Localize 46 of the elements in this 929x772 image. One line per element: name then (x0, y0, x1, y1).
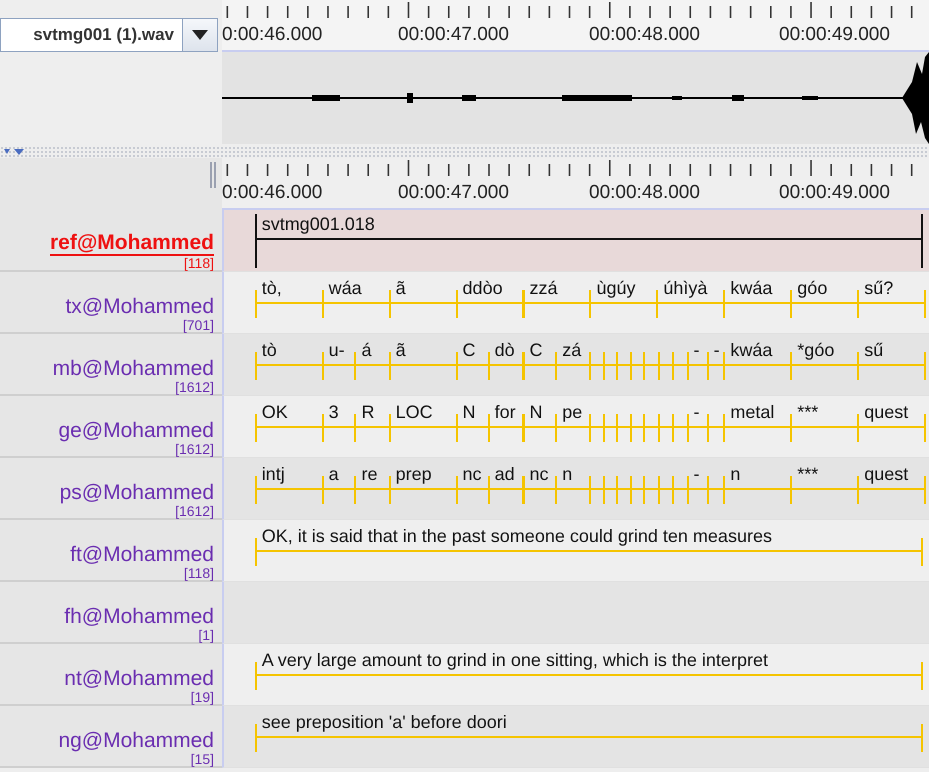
annotation-count: [1612] (175, 380, 214, 394)
annotation[interactable]: OK, it is said that in the past someone could grind ten measures (254, 526, 923, 566)
annotation-count: [701] (182, 318, 214, 332)
time-label: 00:00:47.000 (398, 24, 510, 46)
annotation[interactable]: for (488, 402, 524, 442)
annotation[interactable]: tò, (254, 278, 324, 318)
annotation[interactable]: zzá (522, 278, 592, 318)
tier-name[interactable]: nt@Mohammed (64, 667, 214, 690)
dropdown-button[interactable] (182, 18, 218, 52)
tier-name[interactable]: fh@Mohammed (64, 605, 214, 628)
annotation-count: [118] (184, 566, 214, 580)
annotation[interactable]: dò (488, 340, 524, 380)
annotation[interactable]: tò (254, 340, 324, 380)
time-label: 00:00:48.000 (589, 182, 701, 204)
time-label: 0:00:46.000 (222, 182, 324, 204)
annotation-count: [19] (190, 690, 214, 704)
tier-name[interactable]: ref@Mohammed (50, 231, 214, 256)
annotation[interactable]: intj (254, 464, 324, 504)
tier-name[interactable]: ng@Mohammed (58, 729, 214, 752)
annotation-count: [1612] (175, 504, 214, 518)
time-label: 00:00:48.000 (589, 24, 701, 46)
tier-name[interactable]: tx@Mohammed (65, 295, 214, 318)
time-label: 00:00:49.000 (779, 24, 891, 46)
annotation[interactable]: ad (488, 464, 524, 504)
time-label: 00:00:47.000 (398, 182, 510, 204)
tier-name[interactable]: ft@Mohammed (70, 543, 214, 566)
annotation[interactable]: sű? (857, 278, 926, 318)
tier-name[interactable]: ge@Mohammed (58, 419, 214, 442)
annotation[interactable]: ddòo (456, 278, 524, 318)
media-dropdown[interactable]: svtmg001 (1).wav (0, 18, 182, 52)
annotation[interactable]: A very large amount to grind in one sitting, which is the interpret (254, 650, 923, 690)
annotation[interactable]: see preposition 'a' before doori (254, 712, 923, 752)
annotation[interactable]: OK (254, 402, 324, 442)
annotation[interactable]: sű (857, 340, 926, 380)
caret-icon (192, 30, 208, 40)
tier-name[interactable]: mb@Mohammed (52, 357, 214, 380)
time-label: 00:00:49.000 (779, 182, 891, 204)
annotation-count: [1] (198, 628, 214, 642)
resize-handle-icon[interactable] (210, 162, 216, 188)
annotation[interactable]: svtmg001.018 (254, 214, 923, 268)
annotation-count: [15] (190, 752, 214, 766)
tier-name[interactable]: ps@Mohammed (60, 481, 214, 504)
annotation-count: [1612] (175, 442, 214, 456)
time-label: 0:00:46.000 (222, 24, 324, 46)
annotation-count: [118] (184, 256, 214, 270)
annotation[interactable]: C (522, 340, 558, 380)
